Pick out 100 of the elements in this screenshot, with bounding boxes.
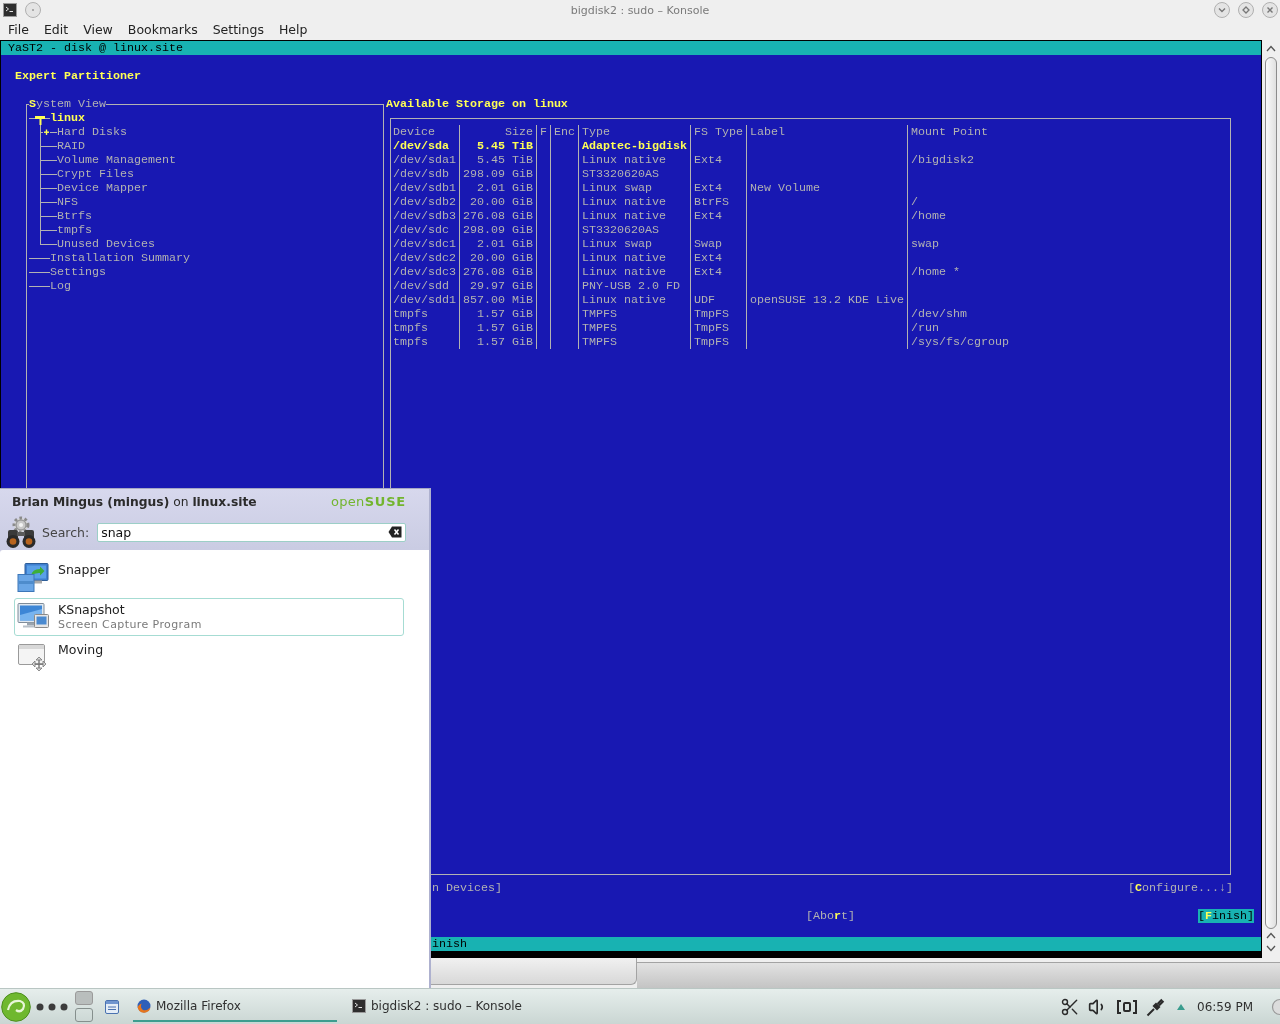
tree-item[interactable]: tmpfs	[57, 223, 92, 237]
table-cell: /dev/sdc2	[393, 251, 460, 265]
scroll-up-icon[interactable]	[1266, 45, 1276, 52]
table-cell: 1.57 GiB	[459, 335, 537, 349]
menu-item[interactable]: File	[0, 20, 37, 40]
table-cell: Ext4	[690, 265, 747, 279]
table-cell-text: /home	[910, 209, 947, 223]
table-cell: PNY-USB 2.0 FD	[578, 279, 691, 293]
tree-item[interactable]: Settings	[50, 265, 106, 279]
table-cell: Linux native	[578, 265, 691, 279]
table-cell-text: /dev/shm	[910, 307, 968, 321]
window-move-icon	[17, 641, 49, 673]
table-cell-text: /home *	[910, 265, 961, 279]
table-cell: TMPFS	[578, 335, 691, 349]
menu-item[interactable]: Bookmarks	[120, 20, 206, 40]
task-button[interactable]: bigdisk2 : sudo – Konsole	[348, 991, 552, 1022]
tree-item[interactable]: Device Mapper	[57, 181, 148, 195]
table-cell: 276.08 GiB	[459, 209, 537, 223]
dot-button-icon[interactable]	[25, 2, 41, 18]
monitor-arrow-icon	[17, 561, 49, 593]
column-header: Device	[393, 125, 460, 139]
table-cell: Adaptec-bigdisk	[578, 139, 691, 153]
tree-item[interactable]: linux	[50, 111, 85, 125]
search-label: Search:	[42, 524, 90, 540]
clock-time[interactable]: 06:59 PM	[1197, 999, 1253, 1014]
binoculars-icon	[5, 515, 37, 549]
menu-item[interactable]: Edit	[36, 20, 76, 40]
window-list-icon[interactable]	[105, 999, 119, 1014]
terminal-button[interactable]: [Configure...↓]	[1128, 881, 1233, 895]
launcher-item[interactable]: Moving	[14, 638, 404, 676]
table-cell: 1.57 GiB	[459, 321, 537, 335]
column-header: Type	[578, 125, 691, 139]
tree-item[interactable]: Btrfs	[57, 209, 92, 223]
tree-item[interactable]: Unused Devices	[57, 237, 155, 251]
table-cell: /dev/sda	[393, 139, 460, 153]
task-button[interactable]: Mozilla Firefox	[133, 991, 337, 1022]
close-icon[interactable]	[1262, 2, 1278, 18]
minimize-icon[interactable]	[1214, 2, 1230, 18]
tray-arrow-icon[interactable]	[1177, 1003, 1185, 1010]
table-cell: openSUSE 13.2 KDE Live	[746, 293, 908, 307]
table-cell: 29.97 GiB	[459, 279, 537, 293]
table-cell: 298.09 GiB	[459, 167, 537, 181]
table-cell: TmpFS	[690, 335, 747, 349]
tree-item[interactable]: Log	[50, 279, 71, 293]
table-cell: 1.57 GiB	[459, 307, 537, 321]
three-dots-icon[interactable]	[36, 1002, 68, 1011]
table-cell: /dev/sdb1	[393, 181, 460, 195]
tree-item[interactable]: Installation Summary	[50, 251, 190, 265]
window-title: bigdisk2 : sudo – Konsole	[570, 3, 710, 17]
scrollbar-thumb[interactable]	[1265, 57, 1277, 929]
table-cell: UDF	[690, 293, 747, 307]
column-header: Mount Point	[910, 125, 989, 139]
terminal-button[interactable]: n Devices]	[432, 881, 502, 895]
menu-item[interactable]: Help	[271, 20, 315, 40]
menu-item[interactable]: View	[75, 20, 121, 40]
launcher-item[interactable]: Snapper	[14, 558, 404, 596]
table-cell: Linux native	[578, 209, 691, 223]
table-cell: Linux native	[578, 153, 691, 167]
table-cell-text: /run	[910, 321, 940, 335]
tree-item[interactable]: Hard Disks	[57, 125, 127, 139]
maximize-icon[interactable]	[1238, 2, 1254, 18]
scissors-icon[interactable]	[1060, 996, 1080, 1017]
tree-item[interactable]: RAID	[57, 139, 85, 153]
launcher-item[interactable]: KSnapshot Screen Capture Program	[14, 598, 404, 636]
table-cell: Swap	[690, 237, 747, 251]
terminal-icon[interactable]	[3, 3, 17, 17]
scroll-up-icon[interactable]	[1266, 932, 1276, 939]
tree-item[interactable]: NFS	[57, 195, 78, 209]
globe-icon	[137, 998, 151, 1013]
table-cell: 2.01 GiB	[459, 181, 537, 195]
table-cell: /dev/sdc1	[393, 237, 460, 251]
table-cell: TMPFS	[578, 321, 691, 335]
desktop-tile[interactable]	[75, 1008, 93, 1022]
scroll-down-icon[interactable]	[1266, 945, 1276, 952]
terminal-button[interactable]: [Finish]	[1198, 909, 1254, 923]
plug-icon[interactable]	[1146, 996, 1166, 1017]
table-cell: /dev/sdd	[393, 279, 460, 293]
table-cell: 857.00 MiB	[459, 293, 537, 307]
table-cell: Linux native	[578, 293, 691, 307]
table-cell: /dev/sdc	[393, 223, 460, 237]
table-cell: /dev/sdb3	[393, 209, 460, 223]
table-cell: tmpfs	[393, 335, 460, 349]
terminal-button[interactable]: [Abort]	[806, 909, 855, 923]
tree-item[interactable]: Volume Management	[57, 153, 176, 167]
start-menu-icon[interactable]	[1, 991, 31, 1022]
table-cell: Linux native	[578, 195, 691, 209]
desktop-tile[interactable]	[75, 991, 93, 1005]
table-cell: tmpfs	[393, 307, 460, 321]
table-cell: 20.00 GiB	[459, 251, 537, 265]
table-cell: Linux swap	[578, 181, 691, 195]
table-cell: 20.00 GiB	[459, 195, 537, 209]
table-cell: Ext4	[690, 181, 747, 195]
table-cell: 5.45 TiB	[459, 153, 537, 167]
clear-icon[interactable]	[388, 526, 403, 538]
menu-item[interactable]: Settings	[205, 20, 272, 40]
search-field[interactable]: snap	[97, 522, 407, 542]
table-cell: ST3320620AS	[578, 223, 691, 237]
table-cell: Linux native	[578, 251, 691, 265]
table-cell: Ext4	[690, 209, 747, 223]
tree-item[interactable]: Crypt Files	[57, 167, 134, 181]
